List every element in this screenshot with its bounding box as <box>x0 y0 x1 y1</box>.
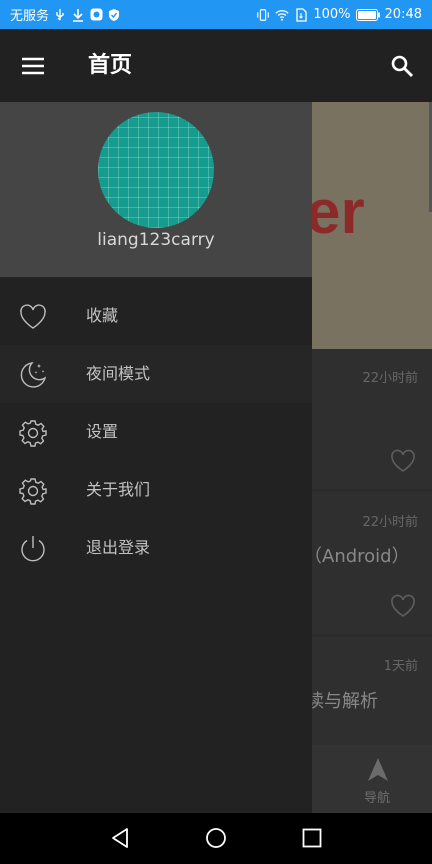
status-bar: 无服务 100% 20:48 <box>0 0 432 29</box>
vibrate-icon <box>256 8 270 22</box>
battery-percent: 100% <box>313 7 351 22</box>
heart-icon <box>18 302 48 332</box>
menu-item-favorites[interactable]: 收藏 <box>0 287 312 345</box>
card-time: 22小时前 <box>362 371 418 386</box>
carrier-text: 无服务 <box>10 9 50 24</box>
home-icon[interactable] <box>205 827 227 849</box>
menu-item-about-us[interactable]: 关于我们 <box>0 461 312 519</box>
menu-item-label: 关于我们 <box>86 480 151 499</box>
article-card[interactable]: 1天前 读与解析 <box>306 637 432 745</box>
sim-icon <box>294 7 308 22</box>
menu-item-label: 收藏 <box>86 306 119 325</box>
heart-icon[interactable] <box>390 594 416 622</box>
navigation-arrow-icon[interactable] <box>366 757 390 783</box>
back-icon[interactable] <box>110 827 130 849</box>
card-title: 读与解析 <box>306 691 378 712</box>
status-time: 20:48 <box>384 7 422 22</box>
hamburger-menu-icon[interactable] <box>20 53 46 79</box>
gear-icon <box>18 476 48 506</box>
menu-item-night-mode[interactable]: 夜间模式 <box>0 345 312 403</box>
heart-icon[interactable] <box>390 449 416 477</box>
wifi-icon <box>275 8 289 22</box>
drawer-header: liang123carry <box>0 102 312 277</box>
download-icon <box>71 8 85 22</box>
shield-icon <box>107 8 121 22</box>
article-card[interactable]: 22小时前 <box>312 349 432 489</box>
card-title: （Android） <box>304 546 410 567</box>
moon-icon <box>18 360 48 390</box>
usb-icon <box>53 8 67 22</box>
menu-item-label: 夜间模式 <box>86 364 151 383</box>
system-navigation-bar <box>0 813 432 864</box>
app-notification-icon <box>89 8 103 22</box>
gear-icon <box>18 418 48 448</box>
banner-image[interactable]: er <box>312 102 432 349</box>
navigation-drawer: liang123carry 收藏 夜间模式 设置 关于我们 退出登录 <box>0 102 312 813</box>
page-title: 首页 <box>88 53 133 78</box>
search-icon[interactable] <box>390 54 414 78</box>
recent-apps-icon[interactable] <box>302 828 322 848</box>
status-right: 100% 20:48 <box>256 0 422 29</box>
bottom-navigation: 导航 <box>312 745 432 813</box>
battery-icon <box>355 8 380 22</box>
menu-item-label: 设置 <box>86 422 119 441</box>
status-left: 无服务 <box>10 0 121 29</box>
card-time: 1天前 <box>383 659 418 674</box>
power-icon <box>18 534 48 564</box>
avatar[interactable] <box>98 112 214 228</box>
menu-item-label: 退出登录 <box>86 538 151 557</box>
card-time: 22小时前 <box>362 515 418 530</box>
article-card[interactable]: 22小时前 （Android） <box>304 492 432 634</box>
menu-item-logout[interactable]: 退出登录 <box>0 519 312 577</box>
username: liang123carry <box>97 230 215 250</box>
menu-item-settings[interactable]: 设置 <box>0 403 312 461</box>
toolbar: 首页 <box>0 29 432 102</box>
banner-text: er <box>312 178 365 247</box>
nav-label[interactable]: 导航 <box>364 787 390 806</box>
